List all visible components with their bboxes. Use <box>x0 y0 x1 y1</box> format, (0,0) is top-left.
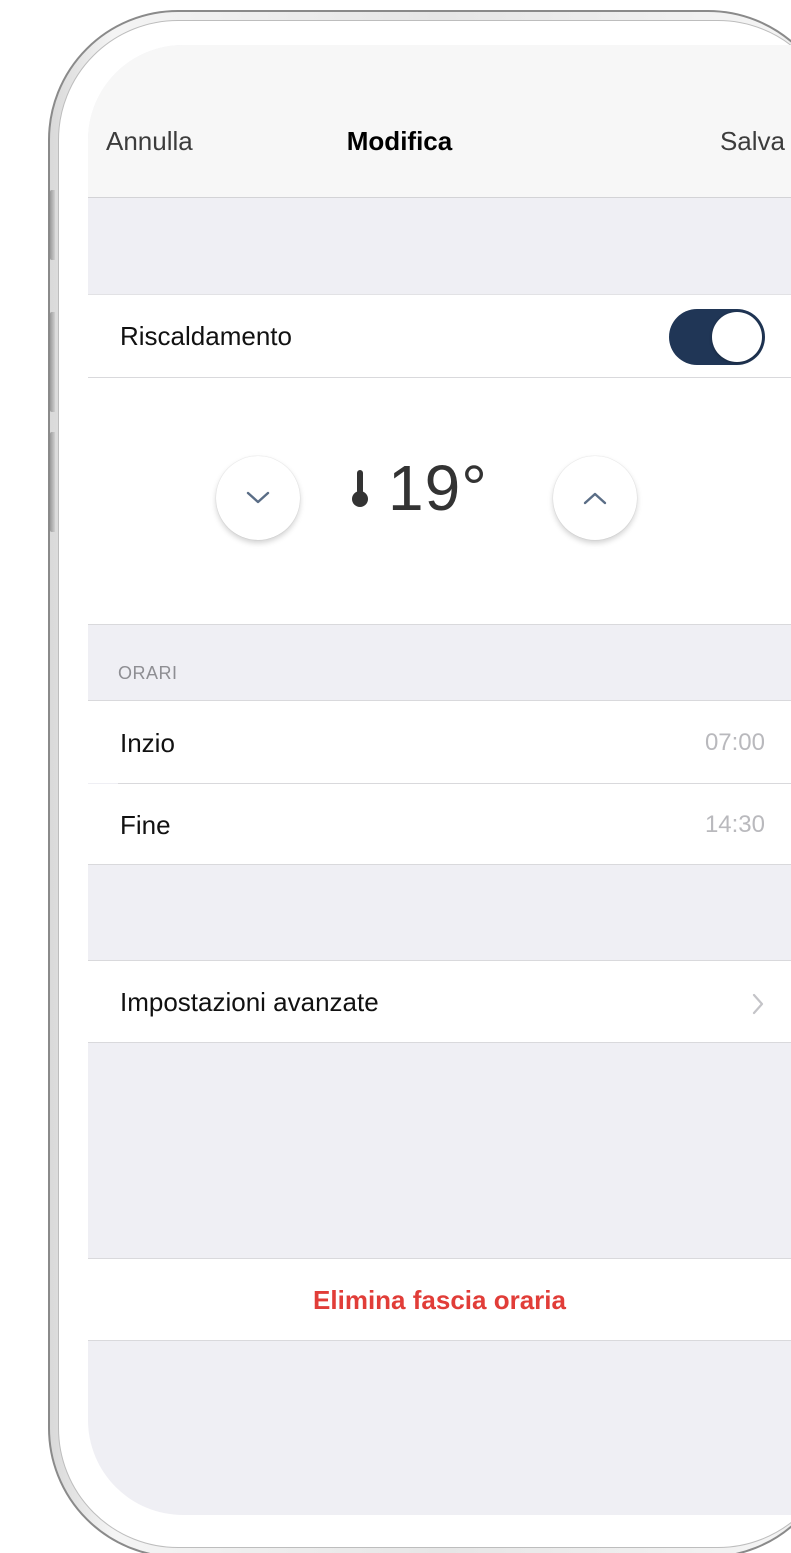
end-time-label: Fine <box>120 810 171 840</box>
chevron-down-icon <box>246 491 270 504</box>
heating-toggle[interactable] <box>669 309 765 365</box>
chevron-up-icon <box>583 492 607 505</box>
start-time-label: Inzio <box>120 728 175 758</box>
start-time-value: 07:00 <box>704 729 765 756</box>
heating-label: Riscaldamento <box>120 321 292 351</box>
delete-slot-button[interactable]: Elimina fascia oraria <box>88 1285 791 1316</box>
advanced-settings-label: Impostazioni avanzate <box>120 987 379 1017</box>
toggle-knob <box>712 312 762 362</box>
end-time-row[interactable]: Fine 14:30 <box>88 784 791 865</box>
increase-temperature-button[interactable] <box>553 456 637 540</box>
app-stage: Annulla Modifica Salva Riscaldamento 19°… <box>0 0 791 1553</box>
page-title: Modifica <box>88 125 791 157</box>
advanced-settings-row[interactable]: Impostazioni avanzate <box>88 960 791 1043</box>
section-header-schedule: ORARI <box>118 663 178 683</box>
volume-up-button <box>50 312 55 412</box>
screen: Annulla Modifica Salva Riscaldamento 19°… <box>88 45 791 1515</box>
volume-down-button <box>50 432 55 532</box>
temperature-readout: 19° <box>350 452 488 524</box>
decrease-temperature-button[interactable] <box>216 456 300 540</box>
end-time-value: 14:30 <box>704 811 765 838</box>
chevron-right-icon <box>752 993 764 1015</box>
mute-switch <box>50 190 55 260</box>
heating-row: Riscaldamento <box>88 294 791 377</box>
page-title-text: Modifica <box>346 126 453 156</box>
navigation-bar: Annulla Modifica Salva <box>88 45 791 198</box>
temperature-value: 19° <box>388 452 488 524</box>
thermometer-icon <box>352 470 368 507</box>
delete-slot-row[interactable]: Elimina fascia oraria <box>88 1258 791 1341</box>
start-time-row[interactable]: Inzio 07:00 <box>88 700 791 783</box>
temperature-control: 19° <box>88 377 791 625</box>
save-button[interactable]: Salva <box>695 125 791 157</box>
